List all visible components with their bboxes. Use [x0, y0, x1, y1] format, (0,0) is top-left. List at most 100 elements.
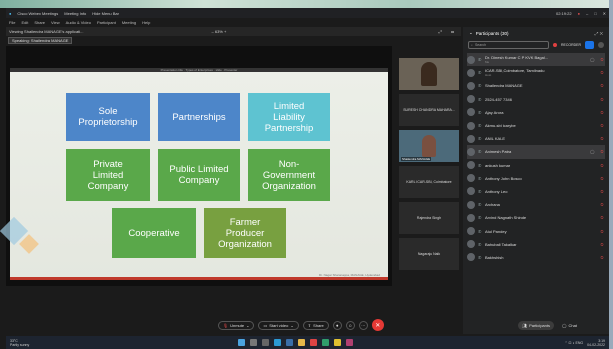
mic-muted-icon[interactable]: ⦸ [599, 83, 605, 88]
chrome-icon[interactable] [310, 339, 317, 346]
video-status-icon: ◯ [590, 149, 595, 155]
participant-row[interactable]: ✆ Bakhshish ⦸ [467, 251, 605, 264]
app-icon[interactable] [346, 339, 353, 346]
clock[interactable]: 3:19 04-02-2022 [587, 339, 605, 347]
menu-bar: File Edit Share View Audio & Video Parti… [6, 18, 466, 26]
participant-row[interactable]: ✆ ankush kumar ⦸ [467, 159, 605, 172]
participant-row[interactable]: ✆ 2524-457 7346 ⦸ [467, 93, 605, 106]
mic-muted-icon[interactable]: ⦸ [599, 215, 605, 220]
video-tile[interactable]: Shailendra MANAGE [399, 130, 459, 162]
windows-start-icon[interactable] [238, 339, 245, 346]
participant-row[interactable]: ✆ Anthony Leo ⦸ [467, 185, 605, 198]
title-bar: ● Cisco Webex Meetings Meeting Info Hide… [6, 8, 609, 18]
mic-muted-icon[interactable]: ⦸ [599, 255, 605, 260]
close-button[interactable]: ✕ [603, 11, 606, 16]
mic-muted-icon[interactable]: ⦸ [599, 97, 605, 102]
share-button[interactable]: ⇪ Share [302, 320, 329, 330]
chat-tab[interactable]: ◯ Chat [558, 321, 581, 330]
menu-help[interactable]: Help [142, 20, 150, 25]
participants-tab[interactable]: 👥︎ Participants [518, 320, 554, 330]
mic-muted-icon[interactable]: ⦸ [599, 57, 605, 62]
participant-row[interactable]: ✆ Ajay Arora ⦸ [467, 106, 605, 119]
participant-row[interactable]: ✆ Animesh Patra ◯ ⦸ [467, 145, 605, 159]
app-title: Cisco Webex Meetings [17, 10, 59, 16]
photo-frame-right [609, 0, 613, 349]
menu-audio-video[interactable]: Audio & Video [66, 20, 91, 25]
minimize-button[interactable]: – [586, 11, 588, 16]
participant-name: Atul Pandey [485, 228, 507, 234]
hide-menu-bar-tab[interactable]: Hide Menu Bar [92, 11, 119, 16]
avatar [467, 213, 475, 222]
slide-box-cooperative: Cooperative [112, 208, 196, 258]
participant-row[interactable]: ✆ Anthony John Bosco ⦸ [467, 172, 605, 185]
mic-muted-icon[interactable]: ⦸ [599, 242, 605, 247]
menu-edit[interactable]: Edit [21, 20, 28, 25]
mic-muted-icon[interactable]: ⦸ [599, 149, 605, 154]
record-button[interactable]: ⏺ [332, 320, 342, 330]
mic-muted-icon[interactable]: ⦸ [599, 136, 605, 141]
video-tile-name: SURESH CHANDRA MAHARA... [403, 108, 455, 112]
weather-widget[interactable]: 33°C Partly sunny [10, 339, 29, 347]
participant-row[interactable]: ✆ Arvind Nagnath Shinde ⦸ [467, 211, 605, 224]
webex-icon[interactable] [322, 339, 329, 346]
mic-muted-icon[interactable]: ⦸ [599, 70, 605, 75]
participant-row[interactable]: ✆ Akmu-sbi icarybe ⦸ [467, 119, 605, 132]
mic-muted-icon[interactable]: ⦸ [599, 189, 605, 194]
participant-row[interactable]: ✆ Atul Pandey ⦸ [467, 224, 605, 237]
participant-row[interactable]: ✆ ANIL KALE ⦸ [467, 132, 605, 145]
mic-muted-icon[interactable]: ⦸ [599, 176, 605, 181]
reactions-button[interactable]: ☺ [345, 320, 355, 330]
participant-row[interactable]: ✆ Shailendra MANAGE ⦸ [467, 79, 605, 92]
mic-muted-icon[interactable]: ⦸ [599, 202, 605, 207]
more-button[interactable]: ⋯ [358, 320, 368, 330]
video-tile[interactable]: SURESH CHANDRA MAHARA... [399, 94, 459, 126]
phone-icon: ✆ [478, 215, 482, 221]
chevron-down-icon: ⌄ [246, 322, 250, 328]
menu-file[interactable]: File [9, 20, 15, 25]
mic-muted-icon[interactable]: ⦸ [599, 110, 605, 115]
chevron-down-icon: ⌄ [290, 322, 294, 328]
mic-muted-icon[interactable]: ⦸ [599, 229, 605, 234]
video-tile[interactable]: Rajendra Singh [399, 202, 459, 234]
video-tile[interactable] [399, 58, 459, 90]
unmute-button[interactable]: 🎙︎ Unmute ⌄ [218, 320, 255, 330]
participant-name: Anthony John Bosco [485, 175, 522, 181]
mic-muted-icon[interactable]: ⦸ [599, 123, 605, 128]
meeting-info-tab[interactable]: Meeting Info [64, 11, 86, 16]
participant-row[interactable]: ✆ ICAR-SBI,Coimbatore, Tamilnadu Host ⦸ [467, 66, 605, 79]
collapse-icon[interactable]: ⌄ [469, 30, 473, 36]
zoom-control[interactable]: – 63% + [212, 29, 227, 34]
store-icon[interactable] [286, 339, 293, 346]
video-tile[interactable]: KARL ICAR-SBI, Coimbatore [399, 166, 459, 198]
menu-participant[interactable]: Participant [97, 20, 116, 25]
participant-search-input[interactable]: ⌕ Search [468, 41, 549, 49]
menu-view[interactable]: View [51, 20, 60, 25]
phone-icon: ✆ [478, 162, 482, 168]
mic-muted-icon[interactable]: ⦸ [599, 163, 605, 168]
participant-row[interactable]: ✆ Archana ⦸ [467, 198, 605, 211]
task-view-icon[interactable] [262, 339, 269, 346]
participant-name: ICAR-SBI,Coimbatore, Tamilnadu Host [485, 68, 587, 77]
menu-share[interactable]: Share [34, 20, 45, 25]
participant-name: Shailendra MANAGE [485, 83, 523, 89]
tray-icons[interactable]: ⌃ ⊡ ◖ ENG [565, 341, 583, 345]
start-video-button[interactable]: ▭ Start video ⌄ [258, 320, 299, 330]
avatar [467, 134, 475, 143]
layout-toggle-button[interactable] [585, 41, 594, 49]
participant-row[interactable]: ✆ Bahubali Takalkar ⦸ [467, 238, 605, 251]
app-icon[interactable] [334, 339, 341, 346]
panel-header: ⌄ Participants (30) ⤢ ✕ [463, 27, 609, 39]
more-options-button[interactable] [598, 42, 604, 48]
folder-icon[interactable] [298, 339, 305, 346]
menu-meeting[interactable]: Meeting [122, 20, 136, 25]
avatar [467, 161, 475, 170]
video-tile[interactable]: Nagaraju Naik [399, 238, 459, 270]
leave-meeting-button[interactable]: ✕ [371, 319, 384, 331]
maximize-button[interactable]: □ [594, 11, 596, 16]
edge-icon[interactable] [274, 339, 281, 346]
close-panel-icon[interactable]: ⤢ ✕ [595, 31, 603, 36]
search-icon[interactable] [250, 339, 257, 346]
share-view-icons[interactable]: ⤢ ▭ [439, 29, 458, 34]
slide-header: Presentation title · Types of Enterprise… [10, 68, 388, 72]
participant-row[interactable]: ✆ Dr. Dinesh Kumar C P KVK Bagal... Me ◯ ⦸ [467, 53, 605, 67]
